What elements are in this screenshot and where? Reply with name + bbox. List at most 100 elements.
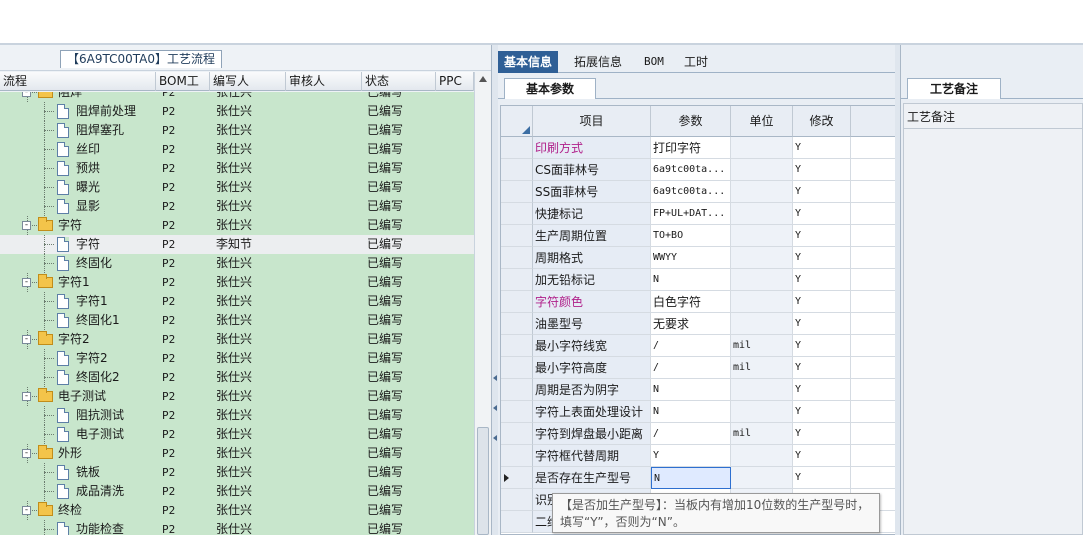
collapse-left-arrow-icon-3[interactable] [493,435,497,441]
tree-node-label[interactable]: 成品清洗 [76,482,124,501]
param-row[interactable]: 字符框代替周期 Y Y [501,445,895,467]
param-row[interactable]: 最小字符线宽 / mil Y [501,335,895,357]
row-header[interactable] [501,357,533,379]
tree-node-label[interactable]: 阻焊前处理 [76,102,136,121]
param-unit-cell[interactable] [731,137,793,159]
tab-basic-info[interactable]: 基本信息 [498,51,559,73]
param-col-modify[interactable]: 修改 [793,106,851,137]
table-row[interactable]: - 外形 P2 张仕兴 已编写 [0,444,474,463]
tree-node-label[interactable]: 阻焊塞孔 [76,121,124,140]
tree-node-label[interactable]: 字符 [58,216,82,235]
param-modify-cell[interactable]: Y [793,357,851,379]
param-table-corner[interactable] [501,106,533,137]
table-row[interactable]: - 终检 P2 张仕兴 已编写 [0,501,474,520]
param-unit-cell[interactable]: mil [731,357,793,379]
param-row[interactable]: 油墨型号 无要求 Y [501,313,895,335]
collapse-left-arrow-icon-2[interactable] [493,405,497,411]
param-modify-cell[interactable]: Y [793,291,851,313]
param-row[interactable]: 字符到焊盘最小距离 / mil Y [501,423,895,445]
param-row[interactable]: 字符颜色 白色字符 Y [501,291,895,313]
tab-basic-params[interactable]: 基本参数 [504,78,596,99]
col-header-writer[interactable]: 编写人 [210,72,286,91]
row-header[interactable] [501,159,533,181]
param-row[interactable]: 印刷方式 打印字符 Y [501,137,895,159]
table-row[interactable]: 阻抗测试 P2 张仕兴 已编写 [0,406,474,425]
table-row[interactable]: 显影 P2 张仕兴 已编写 [0,197,474,216]
param-row[interactable]: 字符上表面处理设计 N Y [501,401,895,423]
tree-node-label[interactable]: 铣板 [76,463,100,482]
param-value-cell[interactable]: 无要求 [651,313,731,335]
tree-node-label[interactable]: 阻焊 [58,92,82,102]
process-grid-scrollbar[interactable] [474,72,491,535]
param-modify-cell[interactable]: Y [793,445,851,467]
tree-collapse-toggle[interactable]: - [22,449,31,458]
tree-node-label[interactable]: 字符1 [58,273,90,292]
tree-node-label[interactable]: 曝光 [76,178,100,197]
param-row[interactable]: 周期格式 WWYY Y [501,247,895,269]
tree-node-label[interactable]: 终固化2 [76,368,120,387]
param-value-cell[interactable]: WWYY [651,247,731,269]
tree-node-label[interactable]: 显影 [76,197,100,216]
param-modify-cell[interactable]: Y [793,159,851,181]
table-row[interactable]: 曝光 P2 张仕兴 已编写 [0,178,474,197]
param-modify-cell[interactable]: Y [793,181,851,203]
table-row[interactable]: 电子测试 P2 张仕兴 已编写 [0,425,474,444]
param-col-unit[interactable]: 单位 [731,106,793,137]
param-value-cell[interactable]: N [651,401,731,423]
col-header-bom[interactable]: BOM工厂 [156,72,210,107]
tree-collapse-toggle[interactable]: - [22,335,31,344]
tree-node-label[interactable]: 字符2 [58,330,90,349]
param-value-cell[interactable]: 6a9tc00ta... [651,159,731,181]
param-value-cell[interactable]: 打印字符 [651,137,731,159]
param-value-cell[interactable]: Y [651,445,731,467]
tree-node-label[interactable]: 电子测试 [58,387,106,406]
table-row[interactable]: - 字符2 P2 张仕兴 已编写 [0,330,474,349]
tree-collapse-toggle[interactable]: - [22,278,31,287]
col-header-ppc[interactable]: PPC [436,72,474,91]
param-value-cell[interactable]: N [651,269,731,291]
row-header[interactable] [501,401,533,423]
table-row[interactable]: 终固化 P2 张仕兴 已编写 [0,254,474,273]
param-row[interactable]: 加无铅标记 N Y [501,269,895,291]
param-value-cell[interactable]: N [651,379,731,401]
param-unit-cell[interactable] [731,379,793,401]
param-value-cell[interactable]: 白色字符 [651,291,731,313]
scroll-thumb[interactable] [477,427,489,535]
param-unit-cell[interactable] [731,159,793,181]
param-modify-cell[interactable]: Y [793,379,851,401]
row-header[interactable] [501,445,533,467]
table-row[interactable]: 丝印 P2 张仕兴 已编写 [0,140,474,159]
table-row[interactable]: 成品清洗 P2 张仕兴 已编写 [0,482,474,501]
param-unit-cell[interactable] [731,181,793,203]
scroll-up-arrow-icon[interactable] [479,76,487,82]
table-row[interactable]: 铣板 P2 张仕兴 已编写 [0,463,474,482]
tree-node-label[interactable]: 终固化 [76,254,112,273]
process-notes-body[interactable]: 工艺备注 [903,103,1083,535]
tree-node-label[interactable]: 字符1 [76,292,108,311]
row-header[interactable] [501,203,533,225]
row-header[interactable] [501,379,533,401]
tree-collapse-toggle[interactable]: - [22,92,31,97]
param-unit-cell[interactable] [731,203,793,225]
process-tree-title[interactable]: 【6A9TC00TA0】工艺流程 [60,50,222,68]
param-modify-cell[interactable]: Y [793,313,851,335]
table-row[interactable]: - 电子测试 P2 张仕兴 已编写 [0,387,474,406]
param-modify-cell[interactable]: Y [793,225,851,247]
param-row[interactable]: 是否存在生产型号 N Y [501,467,895,489]
param-unit-cell[interactable] [731,445,793,467]
tree-node-label[interactable]: 外形 [58,444,82,463]
param-value-cell[interactable]: 6a9tc00ta... [651,181,731,203]
param-row[interactable]: CS面菲林号 6a9tc00ta... Y [501,159,895,181]
param-row[interactable]: 最小字符高度 / mil Y [501,357,895,379]
table-row[interactable]: 字符2 P2 张仕兴 已编写 [0,349,474,368]
row-header[interactable] [501,291,533,313]
tree-node-label[interactable]: 预烘 [76,159,100,178]
row-header[interactable] [501,423,533,445]
tree-collapse-toggle[interactable]: - [22,392,31,401]
param-value-cell[interactable]: N [651,467,731,489]
param-unit-cell[interactable] [731,467,793,489]
param-unit-cell[interactable] [731,401,793,423]
param-modify-cell[interactable]: Y [793,137,851,159]
tab-bom[interactable]: BOM [638,51,670,73]
param-unit-cell[interactable]: mil [731,423,793,445]
